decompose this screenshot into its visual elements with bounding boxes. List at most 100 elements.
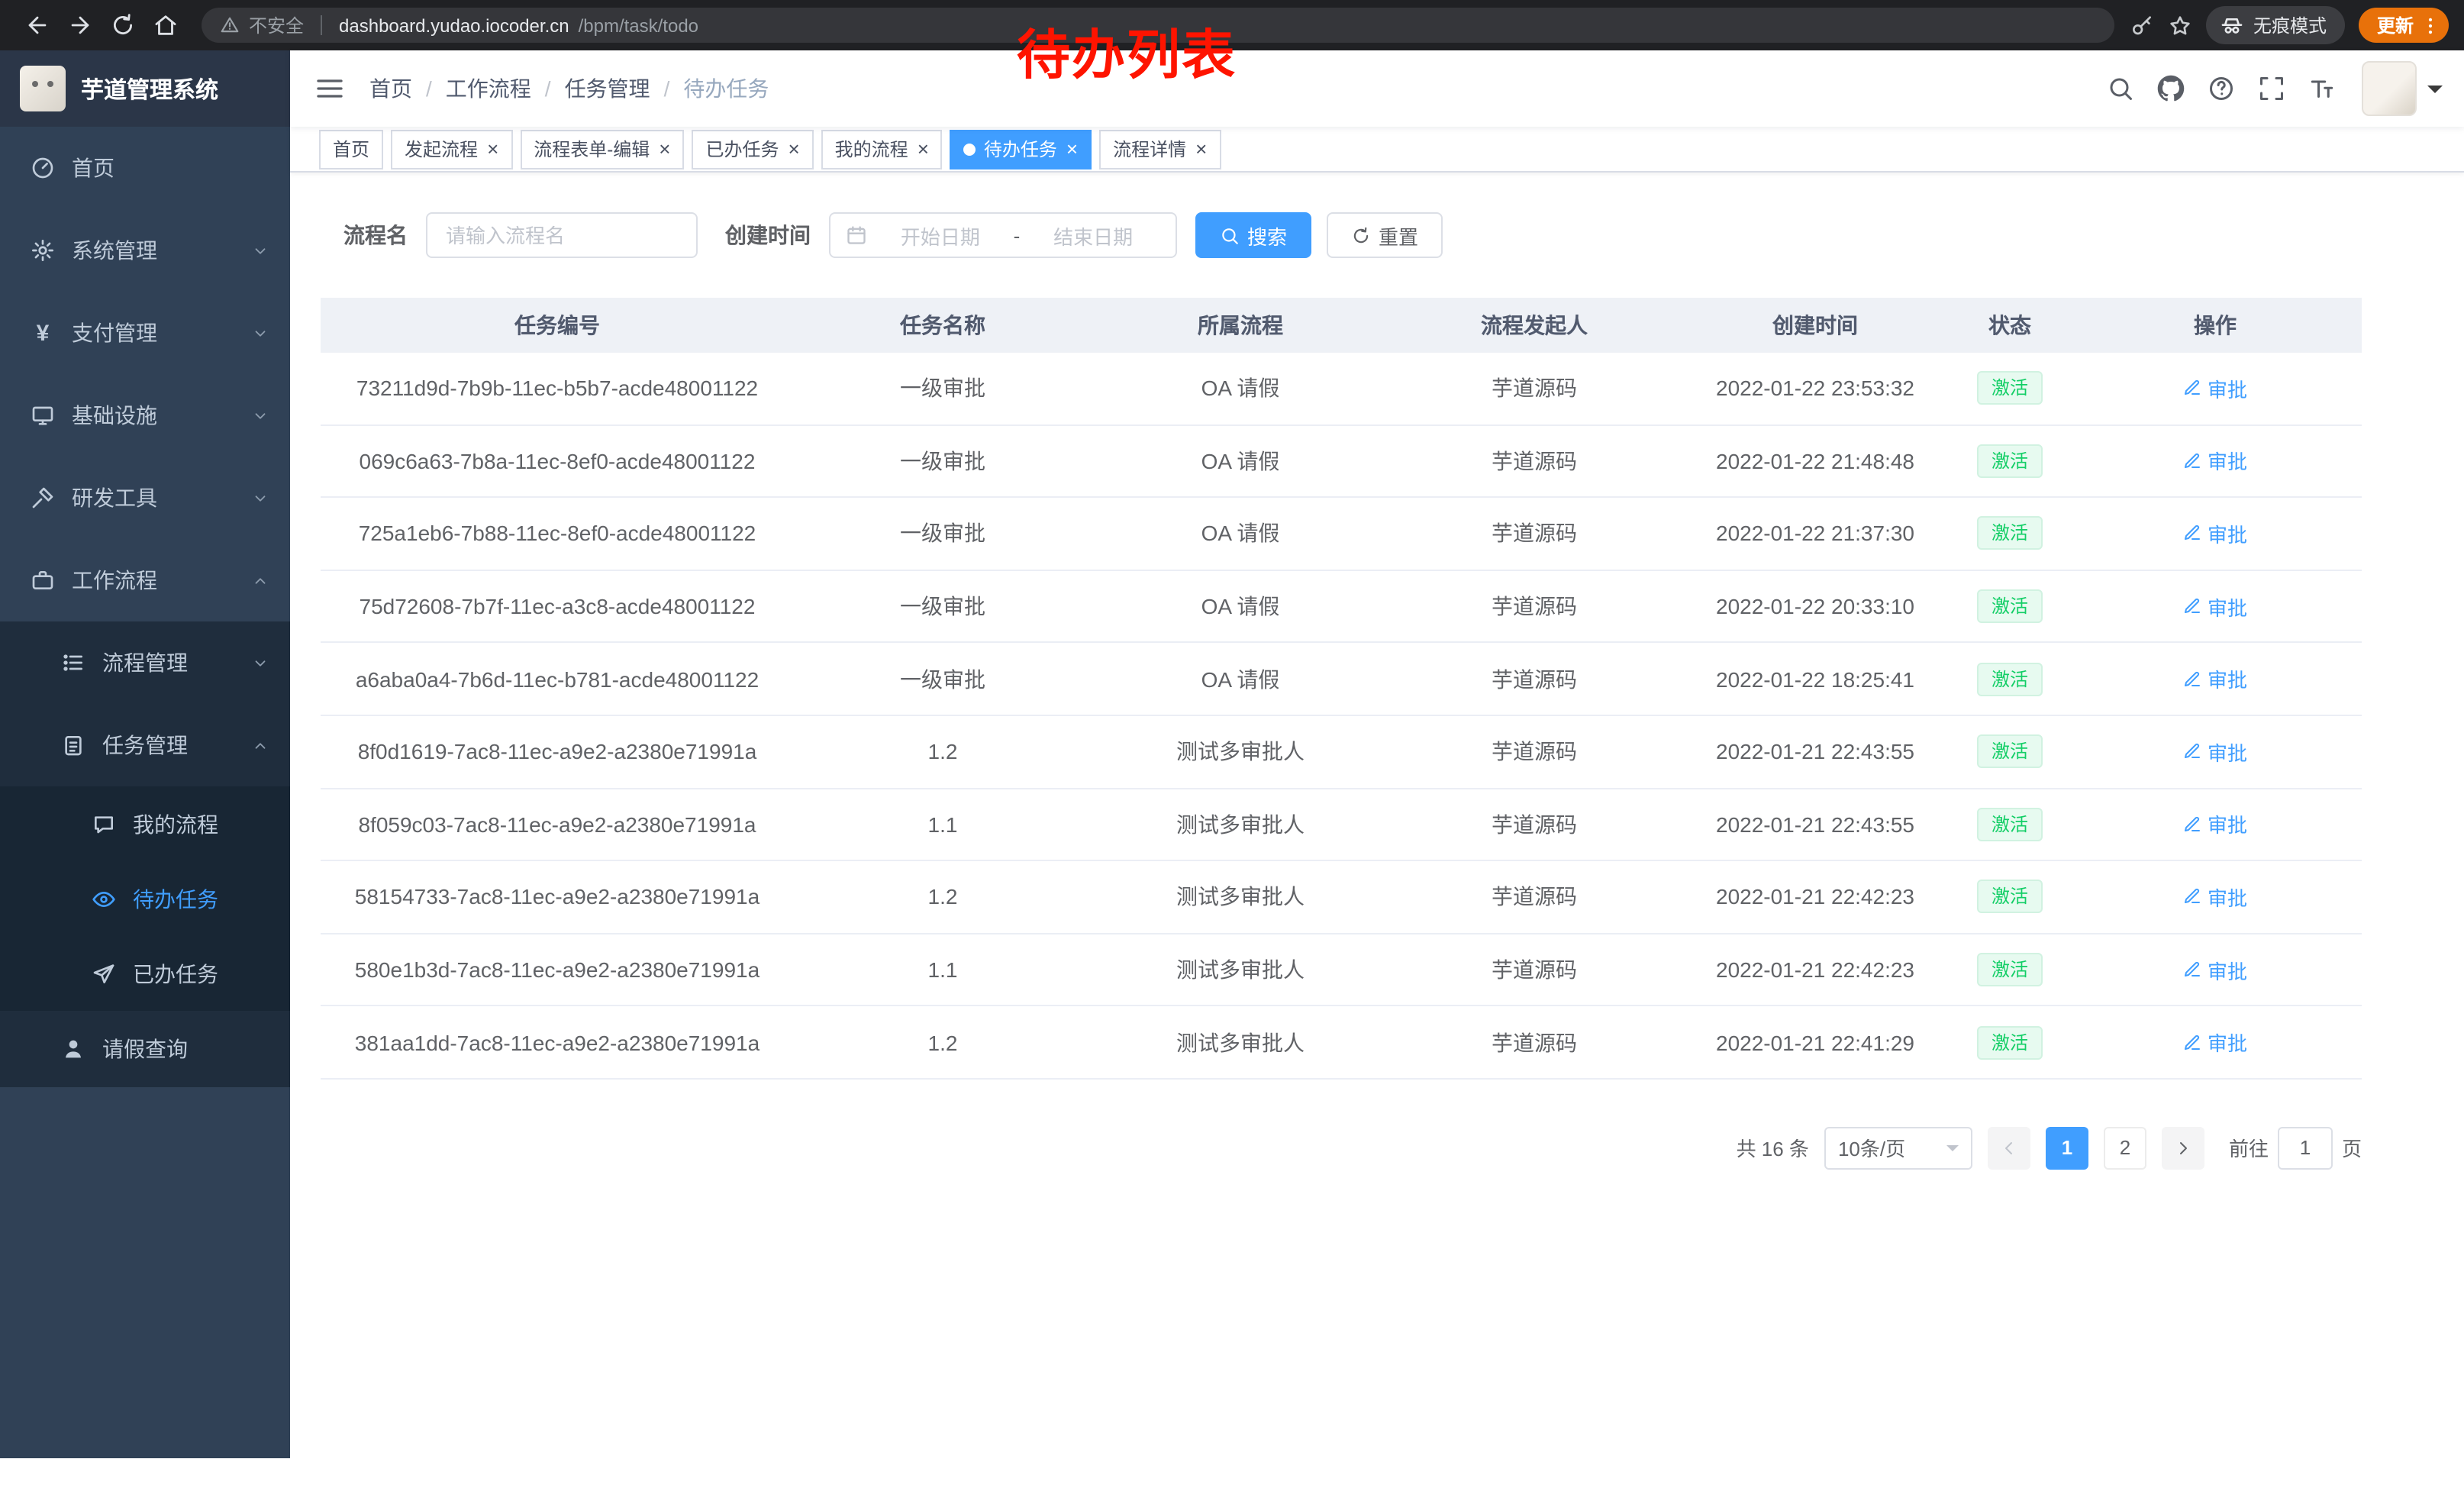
col-task-name: 任务名称	[794, 310, 1092, 341]
approve-link[interactable]: 审批	[2183, 1028, 2247, 1057]
avatar[interactable]	[2362, 61, 2417, 116]
cell-created: 2022-01-21 22:42:23	[1679, 885, 1951, 909]
sidebar-item-workflow[interactable]: 工作流程	[0, 539, 290, 621]
approve-link[interactable]: 审批	[2183, 519, 2247, 548]
cell-initiator: 芋道源码	[1389, 373, 1679, 404]
prev-page-button[interactable]	[1988, 1127, 2030, 1170]
approve-link[interactable]: 审批	[2183, 955, 2247, 984]
tab-close-icon[interactable]: ×	[659, 139, 670, 159]
dashboard-icon	[31, 156, 55, 180]
cell-created: 2022-01-21 22:43:55	[1679, 740, 1951, 764]
sidebar-item-home[interactable]: 首页	[0, 127, 290, 209]
cell-initiator: 芋道源码	[1389, 737, 1679, 767]
process-name-input[interactable]	[426, 212, 698, 258]
cell-status: 激活	[1951, 444, 2069, 478]
sidebar-item-todo-tasks[interactable]: 待办任务	[0, 861, 290, 936]
cell-created: 2022-01-22 18:25:41	[1679, 667, 1951, 691]
sidebar-item-leave-query[interactable]: 请假查询	[0, 1011, 290, 1087]
sidebar-item-payment[interactable]: ¥ 支付管理	[0, 292, 290, 374]
goto-page-input[interactable]	[2278, 1127, 2333, 1170]
chevron-up-icon	[252, 572, 269, 589]
browser-back-icon[interactable]	[15, 4, 58, 47]
table-row: 73211d9d-7b9b-11ec-b5b7-acde48001122 一级审…	[321, 353, 2362, 425]
github-icon[interactable]	[2145, 58, 2195, 119]
cell-status: 激活	[1951, 808, 2069, 841]
breadcrumb-task-mgmt[interactable]: 任务管理	[565, 73, 650, 104]
search-icon	[1220, 225, 1240, 245]
tab-close-icon[interactable]: ×	[918, 139, 929, 159]
table-row: 381aa1dd-7ac8-11ec-a9e2-a2380e71991a 1.2…	[321, 1007, 2362, 1080]
page-1-button[interactable]: 1	[2046, 1127, 2088, 1170]
approve-link[interactable]: 审批	[2183, 447, 2247, 476]
cell-process: 测试多审批人	[1092, 1027, 1389, 1057]
browser-forward-icon[interactable]	[58, 4, 101, 47]
sidebar-item-task-mgmt[interactable]: 任务管理	[0, 704, 290, 786]
status-badge: 激活	[1978, 444, 2042, 478]
date-range-picker[interactable]: 开始日期 - 结束日期	[829, 212, 1177, 258]
fullscreen-icon[interactable]	[2246, 58, 2296, 119]
cell-status: 激活	[1951, 1025, 2069, 1059]
edit-icon	[2183, 452, 2201, 470]
next-page-button[interactable]	[2162, 1127, 2204, 1170]
sidebar-item-infra[interactable]: 基础设施	[0, 374, 290, 457]
sidebar-toggle-icon[interactable]	[314, 73, 345, 104]
tab-close-icon[interactable]: ×	[1195, 139, 1207, 159]
sidebar-item-devtools[interactable]: 研发工具	[0, 457, 290, 539]
key-icon[interactable]	[2130, 13, 2154, 37]
chevron-down-icon	[252, 489, 269, 506]
status-badge: 激活	[1978, 662, 2042, 696]
app-logo[interactable]: 芋道管理系统	[0, 50, 290, 127]
update-button[interactable]: 更新	[2359, 8, 2449, 43]
cell-process: OA 请假	[1092, 663, 1389, 694]
browser-home-icon[interactable]	[144, 4, 186, 47]
tab-close-icon[interactable]: ×	[788, 139, 799, 159]
search-button[interactable]: 搜索	[1195, 212, 1311, 258]
sidebar-item-my-process[interactable]: 我的流程	[0, 786, 290, 861]
tab-home[interactable]: 首页	[319, 129, 383, 169]
tab-close-icon[interactable]: ×	[1066, 139, 1078, 159]
status-badge: 激活	[1978, 372, 2042, 405]
col-process: 所属流程	[1092, 310, 1389, 341]
breadcrumb: 首页 / 工作流程 / 任务管理 / 待办任务	[369, 73, 769, 104]
navbar-tools	[2095, 58, 2443, 119]
tab-done-tasks[interactable]: 已办任务×	[692, 129, 813, 169]
edit-icon	[2183, 670, 2201, 688]
breadcrumb-workflow[interactable]: 工作流程	[446, 73, 531, 104]
cell-task-id: 58154733-7ac8-11ec-a9e2-a2380e71991a	[321, 885, 794, 909]
approve-link[interactable]: 审批	[2183, 592, 2247, 621]
sidebar-item-done-tasks[interactable]: 已办任务	[0, 936, 290, 1011]
tab-todo-tasks[interactable]: 待办任务×	[950, 129, 1092, 169]
header-search-icon[interactable]	[2095, 58, 2145, 119]
cell-task-id: 8f0d1619-7ac8-11ec-a9e2-a2380e71991a	[321, 740, 794, 764]
tab-start-process[interactable]: 发起流程×	[391, 129, 512, 169]
cell-process: OA 请假	[1092, 591, 1389, 621]
status-badge: 激活	[1978, 517, 2042, 550]
sidebar-item-system[interactable]: 系统管理	[0, 209, 290, 292]
breadcrumb-home[interactable]: 首页	[369, 73, 412, 104]
approve-link[interactable]: 审批	[2183, 883, 2247, 912]
table-row: 069c6a63-7b8a-11ec-8ef0-acde48001122 一级审…	[321, 425, 2362, 498]
tab-form-edit[interactable]: 流程表单-编辑×	[520, 129, 684, 169]
reset-button[interactable]: 重置	[1327, 212, 1443, 258]
approve-link[interactable]: 审批	[2183, 374, 2247, 403]
tab-my-process[interactable]: 我的流程×	[821, 129, 943, 169]
tab-process-detail[interactable]: 流程详情×	[1099, 129, 1221, 169]
approve-link[interactable]: 审批	[2183, 664, 2247, 693]
sidebar-item-process-mgmt[interactable]: 流程管理	[0, 621, 290, 704]
cell-action: 审批	[2069, 883, 2362, 912]
browser-reload-icon[interactable]	[101, 4, 144, 47]
help-icon[interactable]	[2195, 58, 2246, 119]
approve-link[interactable]: 审批	[2183, 810, 2247, 839]
col-task-id: 任务编号	[321, 310, 794, 341]
cell-action: 审批	[2069, 664, 2362, 693]
chevron-left-icon	[2000, 1139, 2018, 1157]
page-2-button[interactable]: 2	[2104, 1127, 2146, 1170]
user-menu[interactable]	[2362, 61, 2443, 116]
tab-close-icon[interactable]: ×	[487, 139, 498, 159]
cell-created: 2022-01-21 22:42:23	[1679, 957, 1951, 982]
approve-link[interactable]: 审批	[2183, 738, 2247, 767]
page-size-select[interactable]: 10条/页	[1824, 1127, 1972, 1170]
status-badge: 激活	[1978, 589, 2042, 623]
font-size-icon[interactable]	[2296, 58, 2346, 119]
bookmark-star-icon[interactable]	[2168, 13, 2192, 37]
